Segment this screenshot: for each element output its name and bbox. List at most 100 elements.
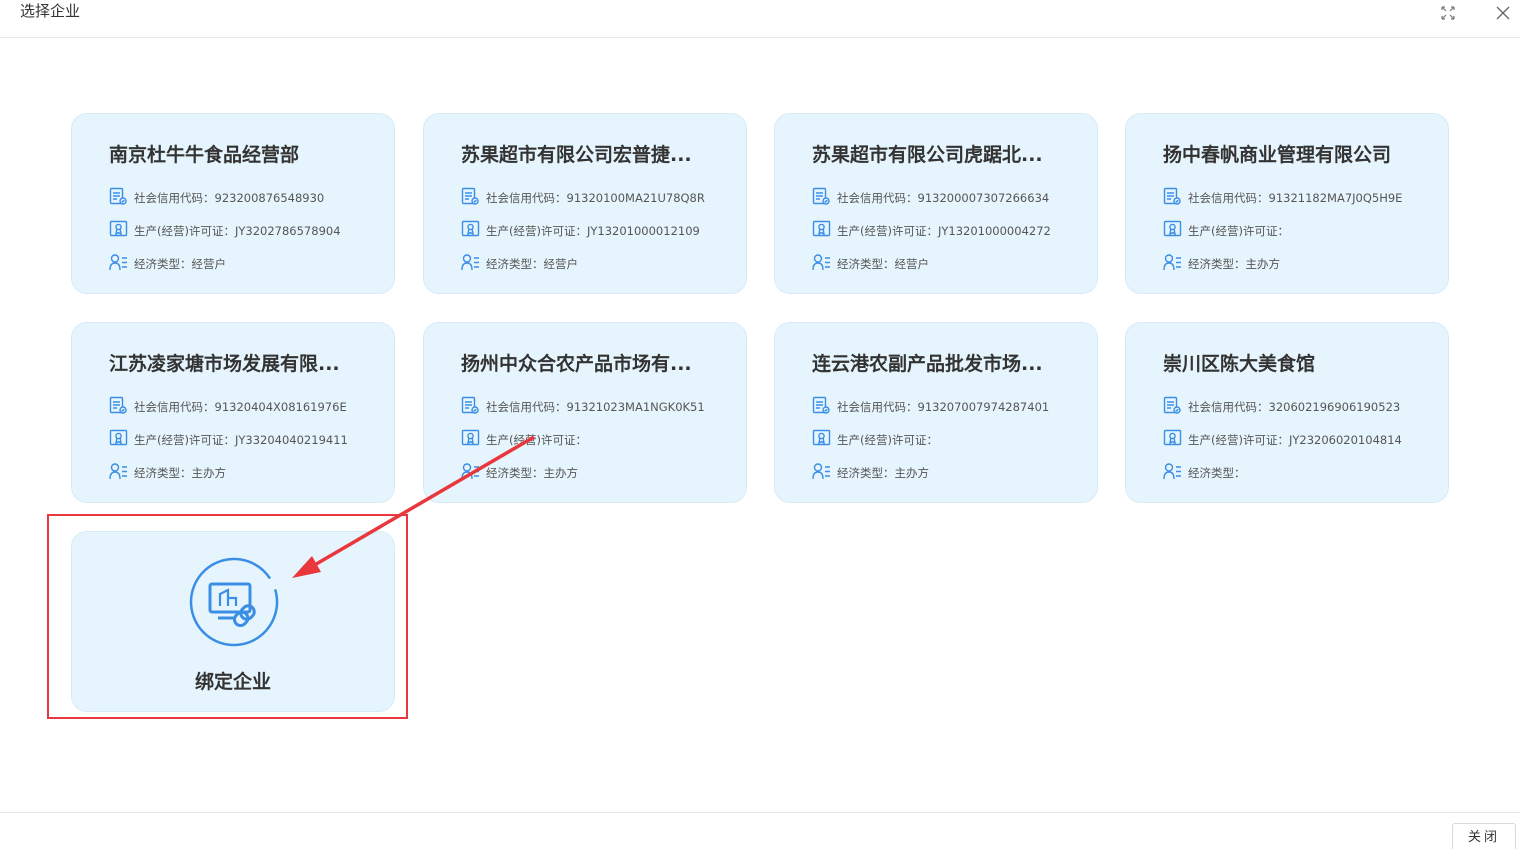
econ-type-row: 经济类型： 经营户 [461,254,578,274]
econ-type-label: 经济类型： [134,257,192,271]
enterprise-name: 连云港农副产品批发市场... [812,353,1043,375]
license-label: 生产(经营)许可证： [486,433,587,447]
enterprise-name: 扬中春帆商业管理有限公司 [1163,144,1392,166]
enterprise-card[interactable]: 苏果超市有限公司宏普捷... 社会信用代码： 91320100MA21U78Q8… [423,113,747,294]
certificate-icon [1163,187,1188,209]
close-icon[interactable] [1492,2,1514,24]
credit-code-label: 社会信用代码： [837,400,918,414]
enterprise-card[interactable]: 连云港农副产品批发市场... 社会信用代码： 91320700797428740… [774,322,1098,503]
user-list-icon [1163,253,1188,275]
certificate-icon [1163,396,1188,418]
enterprise-card[interactable]: 崇川区陈大美食馆 社会信用代码： 320602196906190523 生产(经… [1125,322,1449,503]
enterprise-card[interactable]: 扬中春帆商业管理有限公司 社会信用代码： 91321182MA7J0Q5H9E … [1125,113,1449,294]
license-icon [109,220,134,242]
enterprise-card[interactable]: 苏果超市有限公司虎踞北... 社会信用代码： 91320000730726663… [774,113,1098,294]
econ-type-label: 经济类型： [837,466,895,480]
econ-type-label: 经济类型： [837,257,895,271]
econ-type-row: 经济类型： 经营户 [109,254,226,274]
license-row: 生产(经营)许可证： JY3202786578904 [109,220,341,242]
license-label: 生产(经营)许可证： [837,224,938,238]
enterprise-card[interactable]: 南京杜牛牛食品经营部 社会信用代码： 923200876548930 生产(经营… [71,113,395,294]
econ-type-label: 经济类型： [486,466,544,480]
maximize-icon[interactable] [1437,2,1459,24]
credit-code-value: 91321023MA1NGK0K51 [566,400,705,414]
certificate-icon [812,187,837,209]
credit-code-value: 913207007974287401 [917,400,1050,414]
license-value: JY3202786578904 [234,224,341,238]
enterprise-name: 南京杜牛牛食品经营部 [109,144,300,166]
license-row: 生产(经营)许可证： JY13201000012109 [461,220,700,242]
econ-type-value: 经营户 [191,257,227,271]
enterprise-name: 苏果超市有限公司宏普捷... [461,144,692,166]
enterprise-name: 苏果超市有限公司虎踞北... [812,144,1043,166]
license-icon [109,429,134,451]
enterprise-name: 江苏凌家塘市场发展有限... [109,353,340,375]
user-list-icon [812,253,837,275]
license-icon [461,220,486,242]
credit-code-value: 923200876548930 [214,191,325,205]
license-label: 生产(经营)许可证： [837,433,938,447]
certificate-icon [109,396,134,418]
credit-code-row: 社会信用代码： 913200007307266634 [812,187,1050,209]
license-row: 生产(经营)许可证： JY33204040219411 [109,429,348,451]
econ-type-row: 经济类型： 主办方 [812,463,929,483]
econ-type-label: 经济类型： [486,257,544,271]
license-value: JY13201000012109 [586,224,700,238]
license-row: 生产(经营)许可证： [1163,220,1289,242]
license-row: 生产(经营)许可证： [812,429,938,450]
user-list-icon [461,253,486,275]
close-button[interactable]: 关闭 [1452,823,1516,849]
credit-code-row: 社会信用代码： 320602196906190523 [1163,396,1401,418]
econ-type-row: 经济类型： [1163,463,1246,483]
enterprise-name: 崇川区陈大美食馆 [1163,353,1316,375]
user-list-icon [109,462,134,484]
credit-code-value: 91320404X08161976E [214,400,347,414]
license-row: 生产(经营)许可证： [461,429,587,450]
license-icon [1163,220,1188,242]
credit-code-value: 320602196906190523 [1268,400,1401,414]
dialog-footer: 关闭 [0,812,1520,849]
credit-code-label: 社会信用代码： [134,191,215,205]
license-icon [812,220,837,242]
econ-type-value: 经营户 [894,257,930,271]
license-value: JY23206020104814 [1288,433,1402,447]
credit-code-row: 社会信用代码： 913207007974287401 [812,396,1050,418]
enterprise-card[interactable]: 江苏凌家塘市场发展有限... 社会信用代码： 91320404X08161976… [71,322,395,503]
license-label: 生产(经营)许可证： [486,224,587,238]
econ-type-value: 主办方 [191,466,227,480]
credit-code-label: 社会信用代码： [486,191,567,205]
econ-type-value: 经营户 [543,257,579,271]
license-label: 生产(经营)许可证： [134,224,235,238]
credit-code-label: 社会信用代码： [1188,400,1269,414]
user-list-icon [1163,462,1188,484]
certificate-icon [812,396,837,418]
credit-code-label: 社会信用代码： [837,191,918,205]
credit-code-row: 社会信用代码： 923200876548930 [109,187,325,208]
credit-code-value: 913200007307266634 [917,191,1050,205]
credit-code-row: 社会信用代码： 91320100MA21U78Q8R [461,187,705,209]
enterprise-card[interactable]: 扬州中众合农产品市场有... 社会信用代码： 91321023MA1NGK0K5… [423,322,747,503]
user-list-icon [109,253,134,275]
certificate-icon [461,187,486,209]
credit-code-row: 社会信用代码： 91321182MA7J0Q5H9E [1163,187,1403,209]
license-row: 生产(经营)许可证： JY13201000004272 [812,220,1051,242]
econ-type-value: 主办方 [543,466,579,480]
select-enterprise-dialog: 选择企业 南京杜牛牛食品经营部 社会信用代码： 923200876548930 … [0,0,1520,849]
enterprise-name: 扬州中众合农产品市场有... [461,353,692,375]
certificate-icon [461,396,486,418]
user-list-icon [812,462,837,484]
credit-code-label: 社会信用代码： [134,400,215,414]
credit-code-row: 社会信用代码： 91320404X08161976E [109,396,347,418]
econ-type-value: 主办方 [1245,257,1281,271]
credit-code-value: 91321182MA7J0Q5H9E [1268,191,1403,205]
credit-code-row: 社会信用代码： 91321023MA1NGK0K51 [461,396,705,418]
econ-type-label: 经济类型： [1188,257,1246,271]
license-label: 生产(经营)许可证： [134,433,235,447]
license-row: 生产(经营)许可证： JY23206020104814 [1163,429,1402,450]
credit-code-label: 社会信用代码： [1188,191,1269,205]
econ-type-row: 经济类型： 主办方 [461,463,578,483]
econ-type-row: 经济类型： 经营户 [812,254,929,274]
credit-code-label: 社会信用代码： [486,400,567,414]
license-value: JY13201000004272 [937,224,1051,238]
dialog-header: 选择企业 [0,0,1520,38]
